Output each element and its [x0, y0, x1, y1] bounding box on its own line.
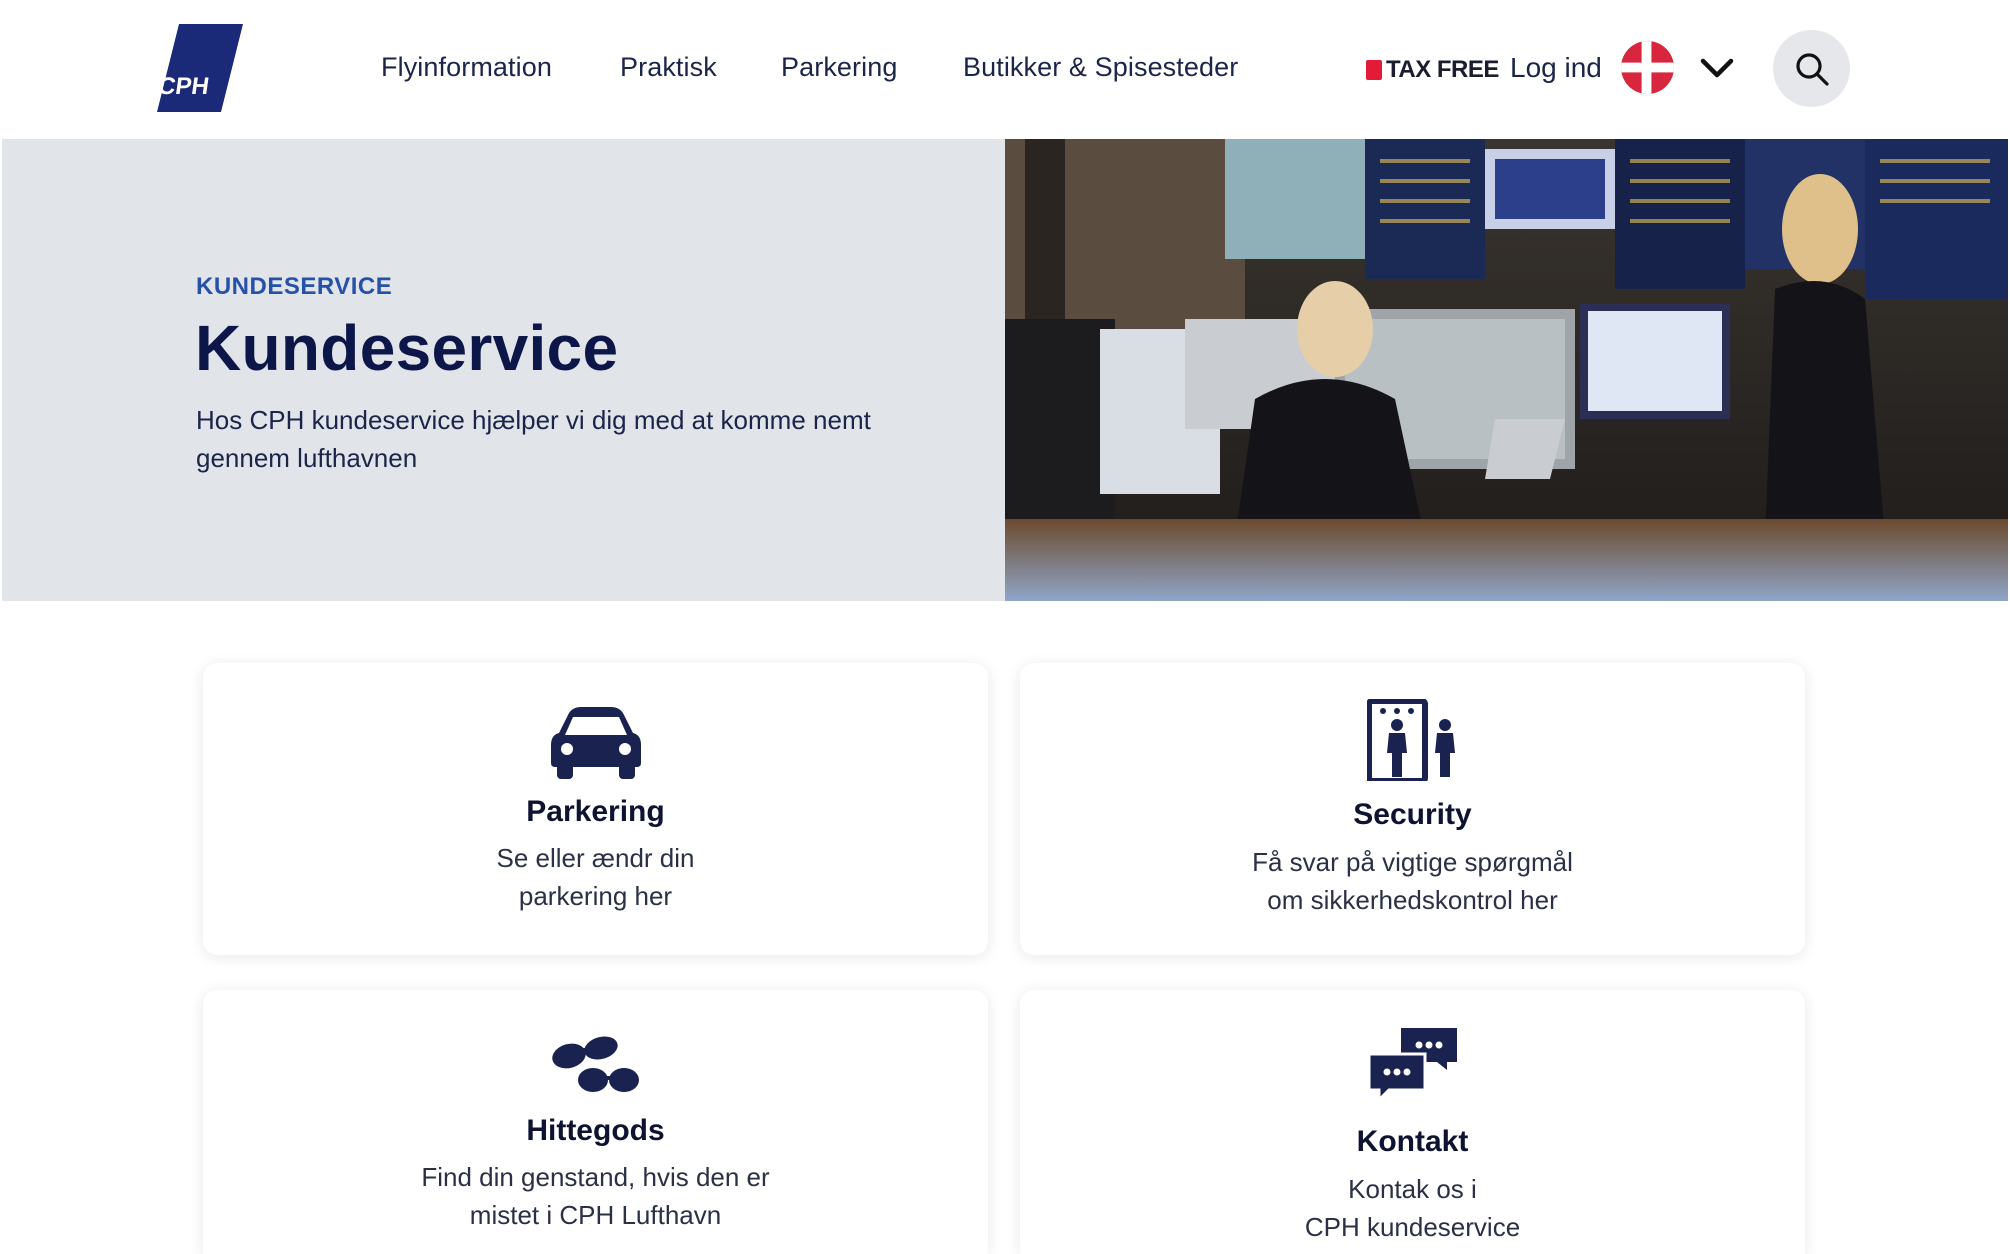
sunglasses-icon — [551, 1036, 639, 1092]
search-icon — [1795, 52, 1829, 86]
security-gate-icon — [1366, 699, 1455, 781]
login-link[interactable]: Log ind — [1510, 52, 1602, 84]
card-description: Se eller ændr din parkering her — [496, 843, 695, 911]
danish-flag-icon[interactable] — [1620, 40, 1675, 95]
card-title: Parkering — [526, 795, 665, 828]
nav-parkering[interactable]: Parkering — [781, 52, 897, 83]
chevron-down-icon[interactable] — [1700, 56, 1734, 80]
hero-banner: KUNDESERVICE Kundeservice Hos CPH kundes… — [2, 139, 2008, 601]
hero-subtitle: Hos CPH kundeservice hjælper vi dig med … — [196, 405, 871, 473]
taxfree-link[interactable]: TAX FREE — [1366, 56, 1499, 84]
nav-praktisk[interactable]: Praktisk — [620, 52, 717, 83]
cph-logo[interactable]: CPH — [157, 24, 243, 112]
card-title: Hittegods — [526, 1114, 665, 1147]
card-security[interactable]: Security Få svar på vigtige spørgmål om … — [1020, 663, 1805, 955]
nav-butikker-spisesteder[interactable]: Butikker & Spisesteder — [963, 52, 1238, 83]
card-description: Find din genstand, hvis den er mistet i … — [421, 1162, 770, 1230]
card-description: Få svar på vigtige spørgmål om sikkerhed… — [1252, 847, 1573, 915]
site-header: CPH Flyinformation Praktisk Parkering Bu… — [0, 0, 2010, 139]
card-title: Security — [1353, 798, 1472, 831]
card-kontakt[interactable]: Kontakt Kontak os i CPH kundeservice — [1020, 990, 1805, 1254]
svg-text:CPH: CPH — [157, 73, 211, 100]
nav-flyinformation[interactable]: Flyinformation — [381, 52, 552, 83]
card-parkering[interactable]: Parkering Se eller ændr din parkering he… — [203, 663, 988, 955]
card-hittegods[interactable]: Hittegods Find din genstand, hvis den er… — [203, 990, 988, 1254]
card-title: Kontakt — [1356, 1125, 1469, 1158]
card-description: Kontak os i CPH kundeservice — [1304, 1174, 1521, 1242]
chat-bubbles-icon — [1367, 1028, 1457, 1104]
shopping-bag-icon — [1366, 60, 1382, 80]
hero-image — [1005, 139, 2008, 601]
hero-eyebrow: KUNDESERVICE — [196, 273, 393, 300]
taxfree-label: TAX FREE — [1386, 56, 1499, 83]
page-title: Kundeservice — [195, 312, 619, 384]
search-button[interactable] — [1773, 30, 1850, 107]
car-icon — [550, 707, 641, 779]
